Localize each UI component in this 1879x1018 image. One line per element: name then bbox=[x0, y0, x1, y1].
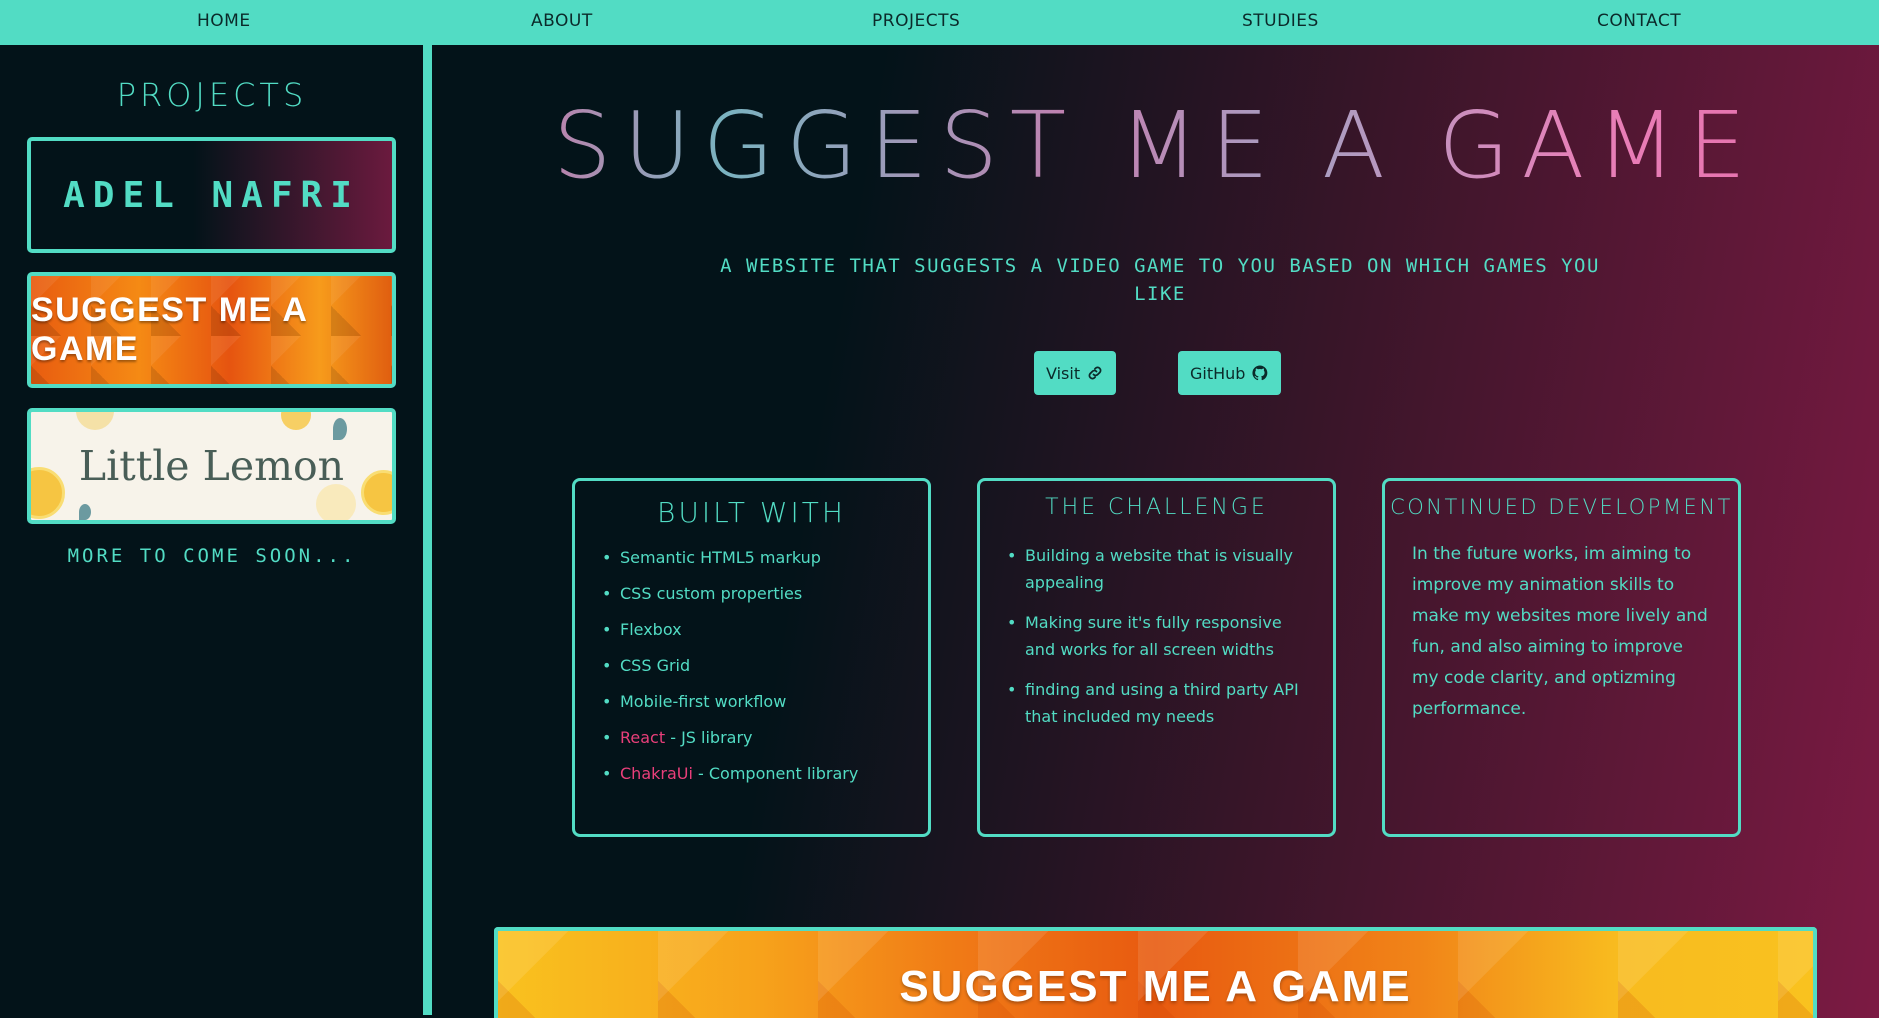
lemon-decoration bbox=[31, 467, 65, 519]
built-with-highlight: ChakraUi bbox=[620, 764, 693, 783]
built-with-item: ChakraUi - Component library bbox=[602, 764, 928, 783]
visit-button[interactable]: Visit bbox=[1034, 351, 1117, 395]
banner-title: SUGGEST ME A GAME bbox=[899, 962, 1412, 1011]
challenge-item: Making sure it's fully responsive and wo… bbox=[1007, 609, 1308, 663]
challenge-list: Building a website that is visually appe… bbox=[1007, 542, 1308, 730]
sidebar-divider bbox=[423, 45, 432, 1015]
visit-button-label: Visit bbox=[1046, 363, 1081, 383]
link-icon bbox=[1088, 366, 1102, 380]
challenge-card: THE CHALLENGE Building a website that is… bbox=[977, 478, 1336, 837]
built-with-item: Flexbox bbox=[602, 620, 928, 639]
github-button-label: GitHub bbox=[1190, 363, 1246, 383]
challenge-heading: THE CHALLENGE bbox=[1045, 495, 1268, 520]
project-card-label: Little Lemon bbox=[78, 442, 345, 490]
leaf-decoration bbox=[333, 418, 347, 440]
nav-home[interactable]: HOME bbox=[197, 0, 251, 45]
challenge-item: finding and using a third party API that… bbox=[1007, 676, 1308, 730]
project-card-adel-nafri[interactable]: ADEL NAFRI bbox=[27, 137, 396, 253]
continued-heading: CONTINUED DEVELOPMENT bbox=[1390, 495, 1733, 519]
built-with-item: CSS custom properties bbox=[602, 584, 928, 603]
github-button[interactable]: GitHub bbox=[1178, 351, 1282, 395]
project-banner-image: SUGGEST ME A GAME bbox=[494, 927, 1817, 1018]
project-title: SUGGEST ME A GAME bbox=[432, 92, 1879, 199]
more-coming-text: MORE TO COME SOON... bbox=[67, 545, 357, 567]
built-with-text: Flexbox bbox=[620, 620, 682, 639]
built-with-text: - JS library bbox=[665, 728, 753, 747]
built-with-list: Semantic HTML5 markup CSS custom properti… bbox=[602, 548, 928, 783]
built-with-item: Mobile-first workflow bbox=[602, 692, 928, 711]
lemon-decoration bbox=[76, 412, 114, 430]
project-card-suggest-game[interactable]: SUGGEST ME A GAME bbox=[27, 272, 396, 388]
built-with-item: Semantic HTML5 markup bbox=[602, 548, 928, 567]
nav-projects[interactable]: PROJECTS bbox=[872, 0, 960, 45]
lemon-decoration bbox=[281, 412, 311, 430]
nav-contact[interactable]: CONTACT bbox=[1597, 0, 1681, 45]
challenge-item: Building a website that is visually appe… bbox=[1007, 542, 1308, 596]
built-with-text: - Component library bbox=[692, 764, 859, 783]
top-nav: HOME ABOUT PROJECTS STUDIES CONTACT bbox=[0, 0, 1879, 45]
sidebar-title: PROJECTS bbox=[116, 76, 308, 114]
project-card-little-lemon[interactable]: Little Lemon bbox=[27, 408, 396, 524]
leaf-decoration bbox=[79, 504, 91, 520]
built-with-text: Semantic HTML5 markup bbox=[620, 548, 821, 567]
built-with-heading: BUILT WITH bbox=[657, 496, 846, 529]
project-card-label: ADEL NAFRI bbox=[63, 174, 360, 216]
built-with-item: CSS Grid bbox=[602, 656, 928, 675]
built-with-text: CSS Grid bbox=[620, 656, 691, 675]
github-icon bbox=[1252, 365, 1268, 381]
lemon-decoration bbox=[316, 484, 356, 520]
nav-about[interactable]: ABOUT bbox=[531, 0, 593, 45]
built-with-highlight: React bbox=[620, 728, 666, 747]
built-with-text: CSS custom properties bbox=[620, 584, 803, 603]
project-card-label: SUGGEST ME A GAME bbox=[31, 291, 308, 368]
continued-development-card: CONTINUED DEVELOPMENT In the future work… bbox=[1382, 478, 1741, 837]
built-with-card: BUILT WITH Semantic HTML5 markup CSS cust… bbox=[572, 478, 931, 837]
nav-studies[interactable]: STUDIES bbox=[1242, 0, 1319, 45]
project-description: A WEBSITE THAT SUGGESTS A VIDEO GAME TO … bbox=[720, 255, 1600, 305]
built-with-item: React - JS library bbox=[602, 728, 928, 747]
continued-text: In the future works, im aiming to improv… bbox=[1412, 544, 1708, 719]
built-with-text: Mobile-first workflow bbox=[620, 692, 787, 711]
lemon-decoration bbox=[361, 470, 392, 515]
